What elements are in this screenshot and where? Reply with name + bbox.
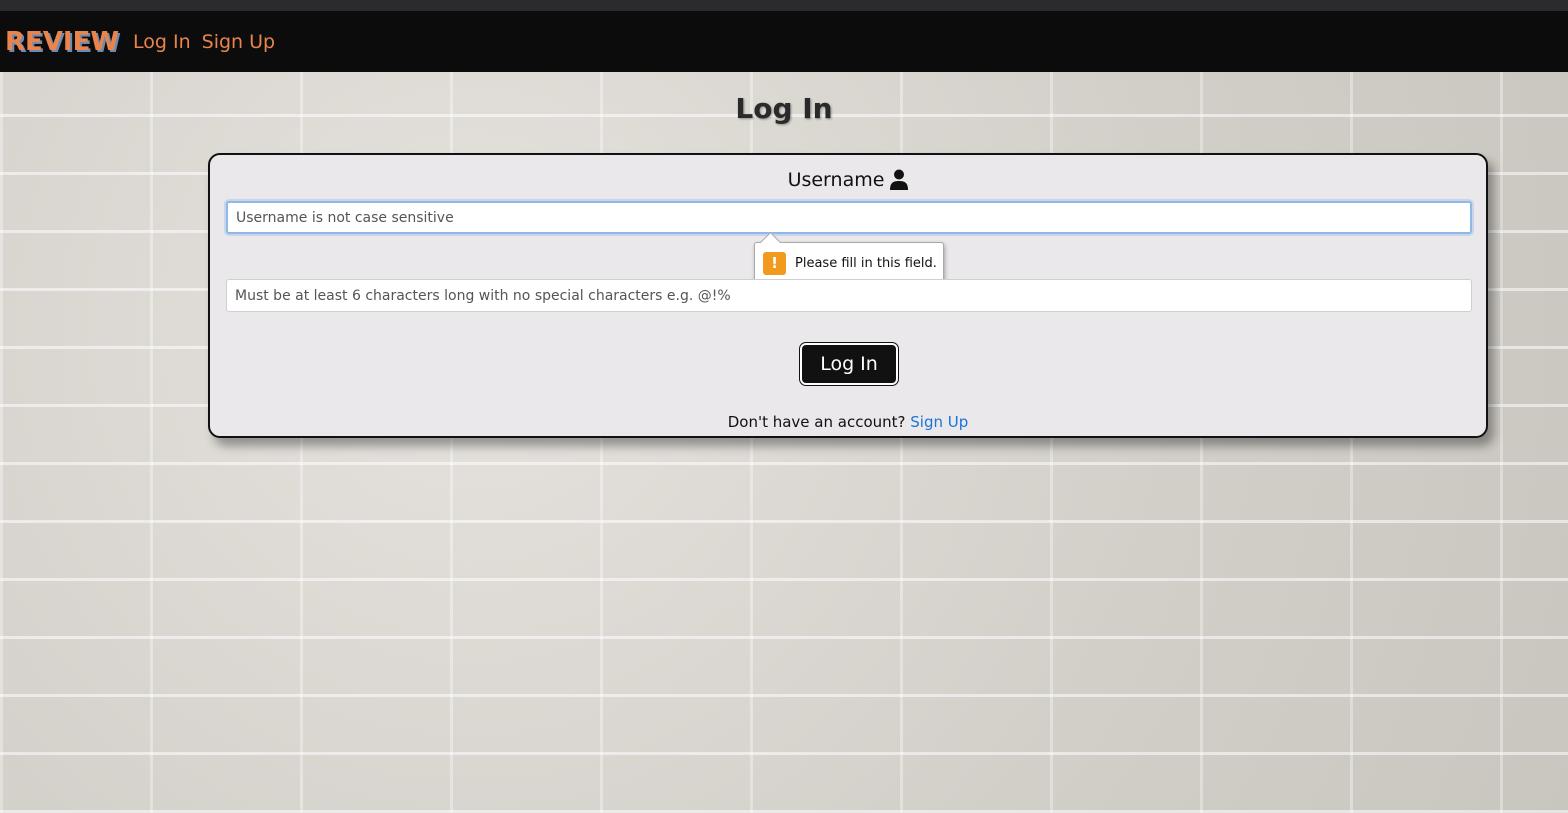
- brand-logo[interactable]: REVIEW: [5, 27, 119, 57]
- username-label-row: Username: [210, 169, 1486, 191]
- user-icon: [890, 169, 909, 191]
- browser-top-strip: [0, 0, 1568, 11]
- validation-message: Please fill in this field.: [795, 255, 937, 271]
- signup-row: Don't have an account? Sign Up: [210, 413, 1486, 431]
- nav-login-link[interactable]: Log In: [133, 31, 191, 53]
- signup-prompt: Don't have an account?: [727, 413, 911, 431]
- validation-tooltip: ! Please fill in this field.: [754, 242, 944, 284]
- warning-icon: !: [763, 251, 786, 275]
- login-form-card: Username ! Please fill in this field. Lo…: [208, 153, 1488, 438]
- page-title: Log In: [735, 92, 833, 125]
- password-input[interactable]: [226, 279, 1472, 312]
- navbar: REVIEW Log In Sign Up: [0, 11, 1568, 72]
- username-input[interactable]: [226, 201, 1472, 234]
- signup-link[interactable]: Sign Up: [910, 413, 968, 431]
- nav-signup-link[interactable]: Sign Up: [202, 31, 275, 53]
- username-label: Username: [787, 169, 885, 191]
- login-button[interactable]: Log In: [800, 343, 898, 385]
